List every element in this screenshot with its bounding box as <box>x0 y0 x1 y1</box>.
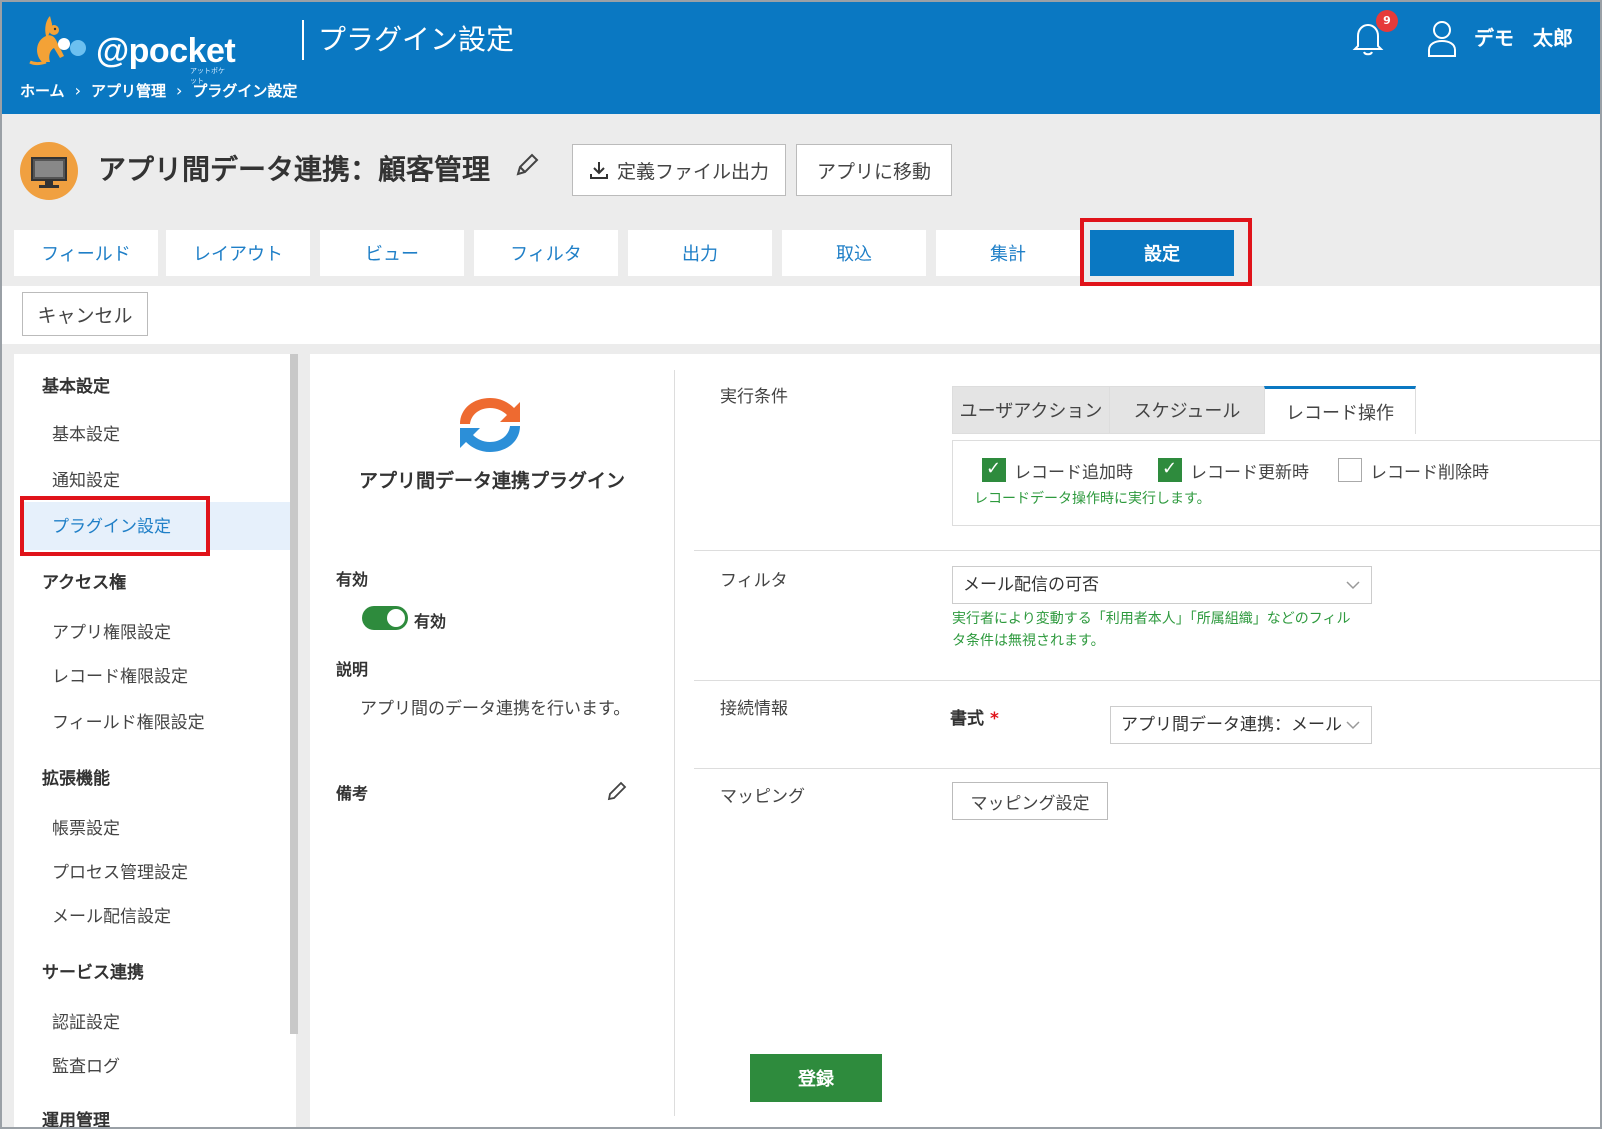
tab-import[interactable]: 取込 <box>782 230 926 276</box>
register-button[interactable]: 登録 <box>750 1054 882 1102</box>
app-title: アプリ間データ連携：顧客管理 <box>98 153 491 186</box>
user-name[interactable]: デモ 太郎 <box>1474 22 1573 51</box>
cancel-button[interactable]: キャンセル <box>22 292 148 336</box>
connection-info-label: 接続情報 <box>720 699 788 719</box>
tab-field[interactable]: フィールド <box>14 230 158 276</box>
format-label: 書式 * <box>950 704 999 729</box>
divider <box>694 768 1600 769</box>
sidebar-heading-operations: 運用管理 <box>42 1111 110 1129</box>
execution-condition-label: 実行条件 <box>720 387 788 407</box>
filter-select-value: メール配信の可否 <box>963 575 1099 595</box>
notification-count-badge: 9 <box>1376 10 1398 32</box>
app-icon <box>20 142 78 200</box>
plugin-settings-panel: アプリ間データ連携プラグイン 有効 有効 説明 アプリ間のデータ連携を行います。… <box>310 354 1600 1127</box>
mapping-settings-button[interactable]: マッピング設定 <box>952 782 1108 820</box>
tab-filter[interactable]: フィルタ <box>474 230 618 276</box>
format-select-value: アプリ間データ連携：メール <box>1121 715 1342 735</box>
highlight-box <box>1080 218 1252 286</box>
sidebar-scrollbar[interactable] <box>290 354 298 1034</box>
chevron-down-icon <box>1346 581 1360 590</box>
export-definition-button[interactable]: 定義ファイル出力 <box>572 144 786 196</box>
tab-view[interactable]: ビュー <box>320 230 464 276</box>
notes-label: 備考 <box>336 784 369 803</box>
checkbox-record-delete-label: レコード削除時 <box>1370 463 1489 483</box>
sidebar-heading-service: サービス連携 <box>42 963 144 983</box>
checkbox-record-update-label: レコード更新時 <box>1190 463 1309 483</box>
settings-sidebar: 基本設定 基本設定 通知設定 プラグイン設定 アクセス権 アプリ権限設定 レコー… <box>14 354 296 1129</box>
edit-title-pencil-icon[interactable] <box>512 150 542 180</box>
execution-hint: レコードデータ操作時に実行します。 <box>974 491 1211 507</box>
subtab-record-operation[interactable]: レコード操作 <box>1264 386 1416 434</box>
sidebar-item-mail-settings[interactable]: メール配信設定 <box>52 902 171 927</box>
checkbox-record-update[interactable] <box>1158 458 1182 482</box>
sidebar-item-auth-settings[interactable]: 認証設定 <box>52 1008 120 1033</box>
subtab-schedule[interactable]: スケジュール <box>1109 386 1265 434</box>
breadcrumb-separator: › <box>74 81 81 100</box>
edit-notes-pencil-icon[interactable] <box>606 780 628 802</box>
page-title: プラグイン設定 <box>302 20 514 60</box>
column-divider <box>674 370 675 1116</box>
go-to-app-button[interactable]: アプリに移動 <box>796 144 952 196</box>
sidebar-heading-basic: 基本設定 <box>42 377 110 397</box>
breadcrumb: ホーム › アプリ管理 › プラグイン設定 <box>20 80 297 101</box>
checkbox-record-add[interactable] <box>982 458 1006 482</box>
sidebar-heading-extensions: 拡張機能 <box>42 769 110 789</box>
export-definition-label: 定義ファイル出力 <box>616 160 769 183</box>
checkbox-record-add-label: レコード追加時 <box>1014 463 1133 483</box>
breadcrumb-home[interactable]: ホーム <box>20 80 65 101</box>
sidebar-heading-access: アクセス権 <box>42 573 127 593</box>
required-marker: * <box>990 709 999 729</box>
breadcrumb-separator: › <box>175 81 183 100</box>
kangaroo-logo-icon <box>29 16 86 65</box>
sidebar-item-record-permission[interactable]: レコード権限設定 <box>52 662 188 687</box>
user-avatar-icon[interactable] <box>1426 18 1458 58</box>
action-bar: キャンセル <box>2 286 1600 344</box>
download-icon <box>589 162 608 179</box>
app-window: @pocket アットポケット プラグイン設定 ホーム › アプリ管理 › プラ… <box>0 0 1602 1129</box>
sidebar-item-notification-settings[interactable]: 通知設定 <box>52 466 120 491</box>
breadcrumb-app-management[interactable]: アプリ管理 <box>91 80 166 101</box>
monitor-icon <box>31 157 67 188</box>
sidebar-item-field-permission[interactable]: フィールド権限設定 <box>52 708 205 733</box>
format-label-text: 書式 <box>950 709 984 729</box>
filter-label: フィルタ <box>720 571 788 591</box>
filter-hint-line-1: 実行者により変動する「利用者本人」「所属組織」などのフィル <box>952 611 1351 627</box>
sidebar-item-process-settings[interactable]: プロセス管理設定 <box>52 858 188 883</box>
plugin-name: アプリ間データ連携プラグイン <box>358 470 625 492</box>
top-header: @pocket アットポケット プラグイン設定 ホーム › アプリ管理 › プラ… <box>2 2 1600 114</box>
description-label: 説明 <box>336 660 369 679</box>
breadcrumb-plugin-settings: プラグイン設定 <box>192 82 298 100</box>
sidebar-item-report-settings[interactable]: 帳票設定 <box>52 814 120 839</box>
sidebar-item-basic-settings[interactable]: 基本設定 <box>52 420 120 445</box>
enabled-toggle[interactable] <box>362 606 408 630</box>
tab-layout[interactable]: レイアウト <box>166 230 310 276</box>
app-title-bar: アプリ間データ連携：顧客管理 定義ファイル出力 アプリに移動 <box>2 114 1600 218</box>
enabled-label: 有効 <box>336 570 369 589</box>
plugin-description: アプリ間のデータ連携を行います。 <box>360 699 631 719</box>
filter-hint-line-2: タ条件は無視されます。 <box>952 633 1105 649</box>
tab-aggregate[interactable]: 集計 <box>936 230 1080 276</box>
execution-condition-panel <box>952 440 1600 526</box>
chevron-down-icon <box>1346 721 1360 730</box>
plugin-sync-icon <box>450 390 530 460</box>
enabled-state-label: 有効 <box>414 612 447 631</box>
subtab-user-action[interactable]: ユーザアクション <box>952 386 1110 434</box>
sidebar-item-plugin-settings[interactable]: プラグイン設定 <box>52 512 171 537</box>
logo[interactable]: @pocket アットポケット <box>20 10 236 85</box>
divider <box>694 550 1600 551</box>
filter-select[interactable]: メール配信の可否 <box>952 566 1372 604</box>
tab-output[interactable]: 出力 <box>628 230 772 276</box>
sidebar-item-audit-log[interactable]: 監査ログ <box>52 1052 120 1077</box>
format-select[interactable]: アプリ間データ連携：メール <box>1110 706 1372 744</box>
sidebar-item-app-permission[interactable]: アプリ権限設定 <box>52 618 171 643</box>
divider <box>694 680 1600 681</box>
mapping-label: マッピング <box>720 787 805 807</box>
settings-tabs: フィールド レイアウト ビュー フィルタ 出力 取込 集計 設定 <box>2 218 1600 286</box>
checkbox-record-delete[interactable] <box>1338 458 1362 482</box>
